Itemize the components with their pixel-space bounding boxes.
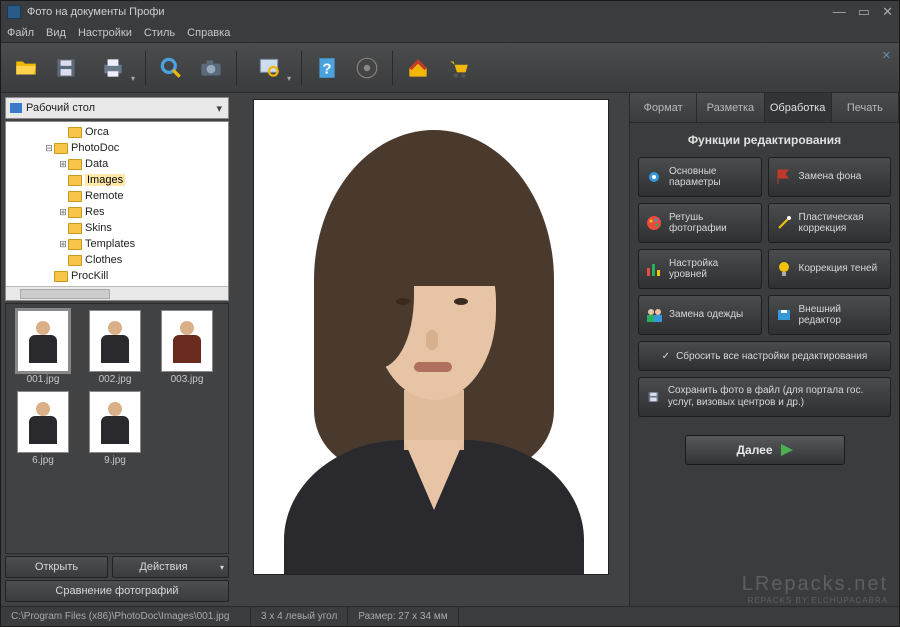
thumbnail[interactable]: 9.jpg: [84, 391, 146, 466]
help-icon[interactable]: ?: [308, 49, 346, 87]
tabs: ФорматРазметкаОбработкаПечать: [630, 93, 899, 123]
tree-item[interactable]: ⊞Data: [6, 156, 228, 172]
func-label: Пластическая коррекция: [799, 212, 885, 235]
tree-item[interactable]: Images: [6, 172, 228, 188]
tab-3[interactable]: Печать: [832, 93, 899, 122]
app-window: Фото на документы Профи — ▭ ✕ Файл Вид Нас…: [0, 0, 900, 627]
menu-Файл[interactable]: Файл: [7, 27, 34, 39]
search-icon[interactable]: [152, 49, 190, 87]
panel-title: Функции редактирования: [638, 133, 891, 147]
thumbnail[interactable]: 6.jpg: [12, 391, 74, 466]
thumbnail-grid: 001.jpg002.jpg003.jpg 6.jpg9.jpg: [5, 303, 229, 554]
bars-icon: [645, 260, 663, 278]
func-label: Коррекция теней: [799, 263, 878, 275]
func-flag[interactable]: Замена фона: [768, 157, 892, 197]
tree-item[interactable]: Skins: [6, 220, 228, 236]
tree-item[interactable]: ProcKill: [6, 268, 228, 284]
tab-1[interactable]: Разметка: [697, 93, 764, 122]
compare-button[interactable]: Сравнение фотографий: [5, 580, 229, 602]
save-label: Сохранить фото в файл (для портала гос. …: [668, 385, 882, 409]
tree-item[interactable]: ⊟PhotoDoc: [6, 140, 228, 156]
menu-Настройки[interactable]: Настройки: [78, 27, 132, 39]
func-people[interactable]: Замена одежды: [638, 295, 762, 335]
menubar: Файл Вид Настройки Стиль Справка: [1, 23, 899, 43]
func-shirt[interactable]: Внешний редактор: [768, 295, 892, 335]
panel-close-icon[interactable]: ✕: [882, 49, 891, 62]
statusbar: C:\Program Files (x86)\PhotoDoc\Images\0…: [1, 606, 899, 626]
func-gear[interactable]: Основные параметры: [638, 157, 762, 197]
wand-icon: [775, 214, 793, 232]
left-panel: Рабочий стол Orca⊟PhotoDoc⊞DataImagesRem…: [1, 93, 233, 606]
tree-scrollbar[interactable]: [6, 286, 228, 300]
flag-icon: [775, 168, 793, 186]
tree-item[interactable]: Remote: [6, 188, 228, 204]
func-label: Внешний редактор: [799, 304, 885, 327]
titlebar: Фото на документы Профи — ▭ ✕: [1, 1, 899, 23]
cart-icon[interactable]: [439, 49, 477, 87]
save-to-file-button[interactable]: Сохранить фото в файл (для портала гос. …: [638, 377, 891, 417]
tree-item[interactable]: Clothes: [6, 252, 228, 268]
home-icon[interactable]: [399, 49, 437, 87]
func-bulb[interactable]: Коррекция теней: [768, 249, 892, 289]
print-icon[interactable]: [87, 49, 139, 87]
folder-tree: Orca⊟PhotoDoc⊞DataImagesRemote⊞ResSkins⊞…: [5, 121, 229, 301]
menu-Вид[interactable]: Вид: [46, 27, 66, 39]
tab-2[interactable]: Обработка: [765, 93, 832, 122]
func-label: Замена одежды: [669, 309, 743, 321]
actions-button[interactable]: Действия: [112, 556, 229, 578]
func-label: Основные параметры: [669, 166, 755, 189]
status-path: C:\Program Files (x86)\PhotoDoc\Images\0…: [1, 607, 251, 626]
open-icon[interactable]: [7, 49, 45, 87]
toolbar: ? ✕: [1, 43, 899, 93]
window-title: Фото на документы Профи: [27, 6, 165, 18]
tree-item[interactable]: ⊞Templates: [6, 236, 228, 252]
floppy-icon: [647, 387, 660, 407]
func-label: Ретушь фотографии: [669, 212, 755, 235]
people-icon: [645, 306, 663, 324]
reset-button[interactable]: ✓ Сбросить все настройки редактирования: [638, 341, 891, 371]
func-bars[interactable]: Настройка уровней: [638, 249, 762, 289]
func-label: Настройка уровней: [669, 258, 755, 281]
tab-0[interactable]: Формат: [630, 93, 697, 122]
preview-icon[interactable]: [243, 49, 295, 87]
func-label: Замена фона: [799, 171, 862, 183]
photo-preview: [253, 99, 609, 575]
arrow-right-icon: [781, 444, 793, 456]
palette-icon: [645, 214, 663, 232]
tree-item[interactable]: ⊞Res: [6, 204, 228, 220]
menu-Справка[interactable]: Справка: [187, 27, 230, 39]
thumbnail[interactable]: 002.jpg: [84, 310, 146, 385]
minimize-button[interactable]: —: [833, 4, 846, 20]
next-button[interactable]: Далее: [685, 435, 845, 465]
status-corner: 3 x 4 левый угол: [251, 607, 348, 626]
func-palette[interactable]: Ретушь фотографии: [638, 203, 762, 243]
next-label: Далее: [736, 443, 772, 457]
eraser-icon: ✓: [662, 351, 670, 362]
svg-text:?: ?: [322, 60, 331, 77]
save-icon[interactable]: [47, 49, 85, 87]
maximize-button[interactable]: ▭: [858, 4, 870, 20]
preview-area: [233, 93, 629, 606]
func-wand[interactable]: Пластическая коррекция: [768, 203, 892, 243]
location-dropdown[interactable]: Рабочий стол: [5, 97, 229, 119]
close-button[interactable]: ✕: [882, 4, 893, 20]
right-panel: ФорматРазметкаОбработкаПечать Функции ре…: [629, 93, 899, 606]
bulb-icon: [775, 260, 793, 278]
thumbnail[interactable]: 003.jpg: [156, 310, 218, 385]
desktop-icon: [10, 103, 22, 113]
tree-item[interactable]: Orca: [6, 124, 228, 140]
shirt-icon: [775, 306, 793, 324]
open-button[interactable]: Открыть: [5, 556, 108, 578]
menu-Стиль[interactable]: Стиль: [144, 27, 175, 39]
gear-icon: [645, 168, 663, 186]
status-size: Размер: 27 x 34 мм: [348, 607, 458, 626]
app-icon: [7, 5, 21, 19]
reset-label: Сбросить все настройки редактирования: [676, 351, 867, 362]
camera-icon[interactable]: [192, 49, 230, 87]
thumbnail[interactable]: 001.jpg: [12, 310, 74, 385]
location-label: Рабочий стол: [26, 102, 95, 114]
video-icon[interactable]: [348, 49, 386, 87]
